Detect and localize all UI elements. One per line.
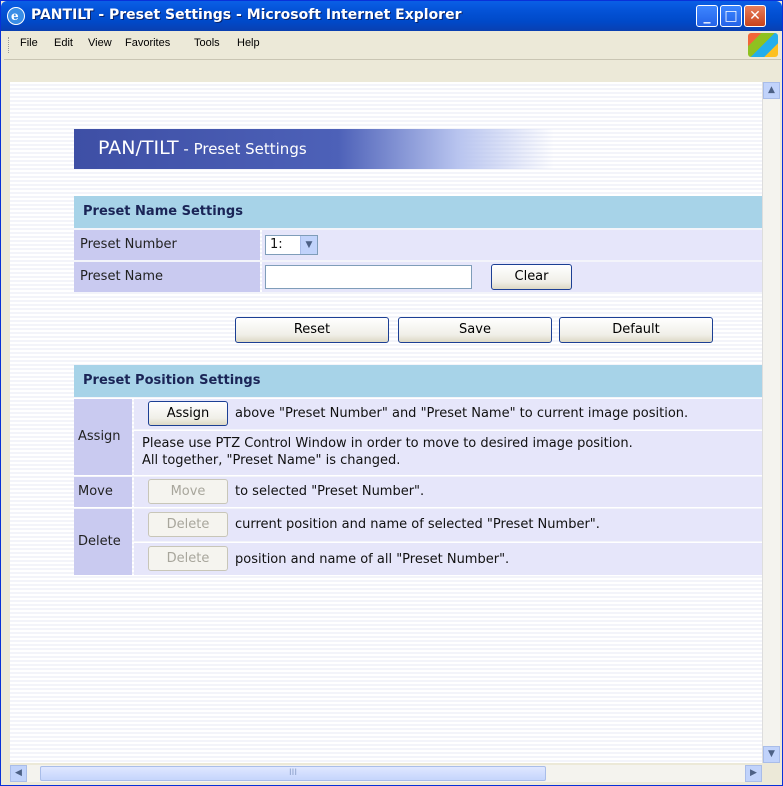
menu-view[interactable]: View <box>88 37 112 49</box>
assign-note-line-1: Please use PTZ Control Window in order t… <box>142 436 633 451</box>
delete-row-label: Delete <box>74 509 132 575</box>
preset-number-label: Preset Number <box>74 230 260 260</box>
assign-note-cell: Please use PTZ Control Window in order t… <box>134 431 762 475</box>
menu-tools[interactable]: Tools <box>194 37 220 49</box>
page-content: PAN/TILT - Preset Settings Preset Name S… <box>10 82 762 763</box>
scroll-left-icon[interactable]: ◀ <box>10 765 27 782</box>
browser-window: e PANTILT - Preset Settings - Microsoft … <box>0 0 783 786</box>
toolbar-grip[interactable] <box>8 37 12 53</box>
banner-title: PAN/TILT <box>98 137 179 159</box>
scroll-right-icon[interactable]: ▶ <box>745 765 762 782</box>
chevron-down-icon[interactable]: ▼ <box>300 236 317 254</box>
close-button[interactable]: ✕ <box>744 5 766 27</box>
save-button[interactable]: Save <box>398 317 552 343</box>
preset-name-cell: Clear <box>262 262 762 292</box>
page-banner: PAN/TILT - Preset Settings <box>74 129 554 169</box>
assign-row-label: Assign <box>74 399 132 475</box>
delete-selected-cell: Delete current position and name of sele… <box>134 509 762 541</box>
ie-icon: e <box>7 7 25 25</box>
move-description: to selected "Preset Number". <box>235 484 425 499</box>
delete-all-button[interactable]: Delete <box>148 546 228 571</box>
horizontal-scrollbar[interactable]: ◀ III ▶ <box>10 765 762 782</box>
preset-name-input[interactable] <box>265 265 472 289</box>
preset-number-select[interactable]: 1: ▼ <box>265 235 318 255</box>
preset-name-label: Preset Name <box>74 262 260 292</box>
windows-logo-icon <box>748 33 778 57</box>
menu-help[interactable]: Help <box>237 37 260 49</box>
default-button[interactable]: Default <box>559 317 713 343</box>
assign-cell: Assign above "Preset Number" and "Preset… <box>134 399 762 429</box>
assign-note-line-2: All together, "Preset Name" is changed. <box>142 453 401 468</box>
delete-selected-description: current position and name of selected "P… <box>235 517 600 532</box>
delete-all-description: position and name of all "Preset Number"… <box>235 552 510 567</box>
reset-button[interactable]: Reset <box>235 317 389 343</box>
menu-file[interactable]: File <box>20 37 38 49</box>
horizontal-scroll-thumb[interactable]: III <box>40 766 546 781</box>
assign-button[interactable]: Assign <box>148 401 228 426</box>
window-title: PANTILT - Preset Settings - Microsoft In… <box>31 7 462 23</box>
menu-favorites[interactable]: Favorites <box>125 37 170 49</box>
delete-all-cell: Delete position and name of all "Preset … <box>134 543 762 575</box>
menu-bar: File Edit View Favorites Tools Help <box>4 31 781 60</box>
move-row-label: Move <box>74 477 132 507</box>
minimize-button[interactable]: _ <box>696 5 718 27</box>
assign-description: above "Preset Number" and "Preset Name" … <box>235 406 689 421</box>
assign-note: Please use PTZ Control Window in order t… <box>142 435 633 469</box>
move-button[interactable]: Move <box>148 479 228 504</box>
menu-edit[interactable]: Edit <box>54 37 73 49</box>
preset-position-settings-header: Preset Position Settings <box>74 365 762 397</box>
preset-number-value: 1: <box>270 237 283 252</box>
preset-name-settings-header: Preset Name Settings <box>74 196 762 228</box>
maximize-button[interactable]: □ <box>720 5 742 27</box>
delete-selected-button[interactable]: Delete <box>148 512 228 537</box>
preset-number-cell: 1: ▼ <box>262 230 762 260</box>
banner-subtitle: - Preset Settings <box>178 140 307 158</box>
move-cell: Move to selected "Preset Number". <box>134 477 762 507</box>
scroll-up-icon[interactable]: ▲ <box>763 82 780 99</box>
vertical-scrollbar[interactable]: ▲ ▼ <box>762 82 780 763</box>
scrollbar-corner <box>762 765 779 782</box>
page-title: PAN/TILT - Preset Settings <box>98 137 307 159</box>
title-bar[interactable]: e PANTILT - Preset Settings - Microsoft … <box>1 1 782 31</box>
clear-button[interactable]: Clear <box>491 264 572 290</box>
scroll-down-icon[interactable]: ▼ <box>763 746 780 763</box>
